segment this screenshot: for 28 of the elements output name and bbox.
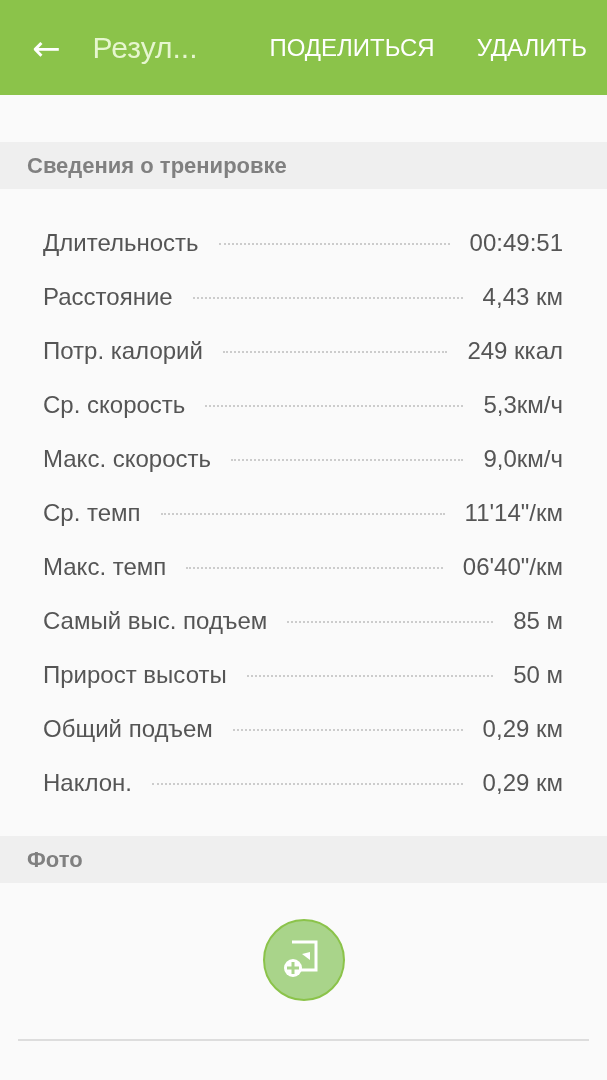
stat-value: 06'40"/км: [462, 553, 563, 581]
stat-label: Общий подъем: [43, 715, 213, 743]
stat-value: 249 ккал: [467, 337, 563, 365]
stat-value: 00:49:51: [469, 229, 563, 257]
stat-label: Прирост высоты: [43, 661, 227, 689]
stat-label: Самый выс. подъем: [43, 607, 268, 635]
stat-label: Макс. темп: [43, 553, 167, 581]
stat-value: 50 м: [513, 661, 563, 689]
back-button[interactable]: ←: [28, 27, 65, 68]
stat-label: Длительность: [43, 229, 199, 257]
action-button[interactable]: ПОДЕЛИТЬСЯ: [269, 33, 435, 62]
screen-title: Резул...: [92, 30, 199, 65]
stat-value: 0,29 км: [482, 715, 563, 743]
section-header: Фото: [0, 836, 607, 883]
stat-value: 4,43 км: [482, 283, 563, 311]
stat-label: Наклон.: [43, 769, 132, 797]
section-header: Сведения о тренировке: [0, 142, 607, 189]
stat-value: 0,29 км: [482, 769, 563, 797]
stat-label: Макс. скорость: [43, 445, 212, 473]
stat-label: Ср. темп: [43, 499, 141, 527]
stat-value: 85 м: [513, 607, 563, 635]
stat-value: 5,3км/ч: [483, 391, 563, 419]
stat-label: Потр. калорий: [43, 337, 203, 365]
stat-label: Расстояние: [43, 283, 173, 311]
stat-label: Ср. скорость: [43, 391, 186, 419]
stat-value: 9,0км/ч: [483, 445, 563, 473]
action-button[interactable]: УДАЛИТЬ: [476, 33, 587, 62]
stat-value: 11'14"/км: [464, 499, 563, 527]
